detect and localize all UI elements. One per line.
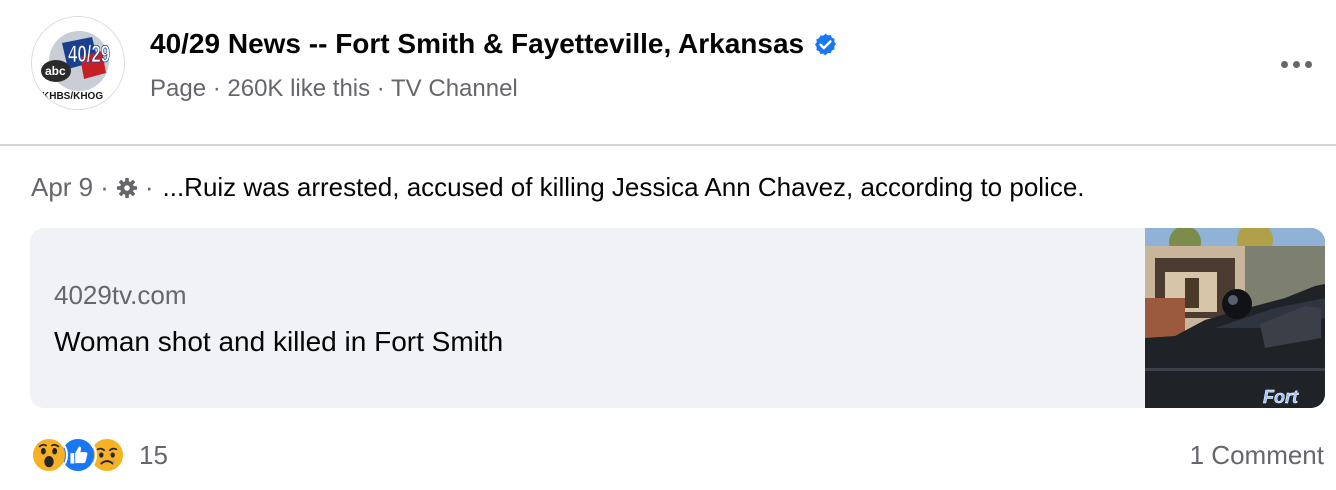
logo-number: 40/29	[68, 41, 110, 68]
link-title: Woman shot and killed in Fort Smith	[54, 326, 504, 357]
post-line: Apr 9 · · ...Ruiz was arrested, accused …	[31, 172, 1085, 203]
post-date[interactable]: Apr 9	[31, 172, 93, 203]
more-options-button[interactable]	[1278, 52, 1314, 76]
page-name-link[interactable]: 40/29 News -- Fort Smith & Fayetteville,…	[150, 28, 804, 60]
more-dot	[1304, 60, 1312, 68]
reactions-summary[interactable]: 15	[30, 436, 168, 474]
page-avatar[interactable]: 40/29 abc KHBS/KHOG	[31, 16, 125, 110]
station-logo: 40/29 abc KHBS/KHOG	[32, 17, 124, 109]
thumbnail-text: Fort	[1263, 387, 1299, 407]
more-options-icon	[1280, 60, 1288, 68]
separator: ·	[100, 172, 109, 202]
comments-count-link[interactable]: 1 Comment	[1190, 440, 1324, 471]
separator: ·	[144, 172, 154, 202]
link-thumbnail: Fort	[1145, 228, 1325, 408]
reaction-count: 15	[139, 439, 168, 470]
wow-reaction-icon	[30, 436, 68, 474]
page-meta: Page · 260K like this · TV Channel	[150, 75, 518, 102]
link-domain: 4029tv.com	[54, 280, 187, 310]
gear-icon	[116, 177, 137, 198]
post-text: ...Ruiz was arrested, accused of killing…	[162, 172, 1085, 202]
post-header: 40/29 abc KHBS/KHOG 40/29 News -- Fort S…	[0, 0, 1336, 146]
page-name-row: 40/29 News -- Fort Smith & Fayetteville,…	[150, 28, 838, 60]
logo-caption: KHBS/KHOG	[42, 91, 103, 102]
header-divider	[0, 144, 1336, 146]
logo-network: abc	[45, 64, 66, 78]
link-preview-card[interactable]: 4029tv.com Woman shot and killed in Fort…	[30, 228, 1325, 408]
verified-badge-icon	[815, 33, 837, 55]
more-dot	[1292, 60, 1300, 68]
